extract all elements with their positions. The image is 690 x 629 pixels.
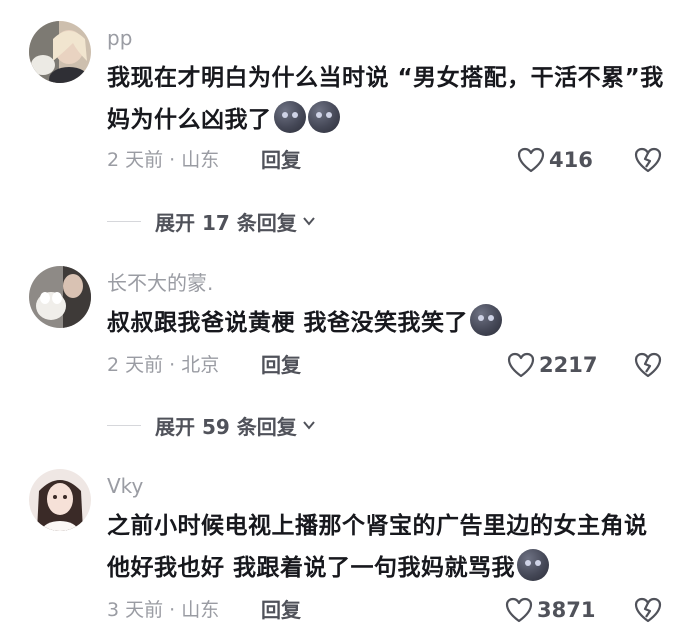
- like-count: 416: [549, 148, 593, 172]
- comment-text: 我现在才明白为什么当时说 “男女搭配，干活不累”我妈为什么凶我了: [107, 57, 667, 141]
- chevron-down-icon: [302, 421, 315, 430]
- divider: [107, 220, 141, 222]
- like-button[interactable]: 2217: [507, 351, 597, 379]
- username[interactable]: Vky: [107, 474, 143, 498]
- broken-heart-icon: [634, 597, 662, 623]
- dark-face-emoji: [470, 304, 503, 336]
- dark-face-emoji: [307, 101, 340, 133]
- time-location: 2 天前 · 山东: [107, 149, 220, 171]
- reply-button[interactable]: 回复: [261, 353, 301, 377]
- heart-outline-icon: [505, 597, 533, 623]
- time-location: 2 天前 · 北京: [107, 354, 220, 376]
- dislike-button[interactable]: [634, 147, 662, 175]
- broken-heart-icon: [634, 352, 662, 378]
- dark-face-emoji: [273, 101, 306, 133]
- like-count: 2217: [539, 353, 598, 377]
- username[interactable]: 长不大的蒙.: [107, 271, 213, 295]
- broken-heart-icon: [634, 147, 662, 173]
- divider: [107, 424, 141, 426]
- expand-replies-button[interactable]: 展开 59 条回复: [107, 411, 317, 439]
- expand-replies-label: 展开 17 条回复: [155, 210, 297, 235]
- like-count: 3871: [537, 598, 596, 622]
- username[interactable]: pp: [107, 26, 132, 50]
- dislike-button[interactable]: [634, 352, 662, 380]
- comment-text-content: 叔叔跟我爸说黄梗 我爸没笑我笑了: [107, 310, 469, 336]
- expand-replies-button[interactable]: 展开 17 条回复: [107, 207, 317, 235]
- dislike-button[interactable]: [634, 597, 662, 625]
- expand-replies-label: 展开 59 条回复: [155, 414, 297, 439]
- comment-text: 叔叔跟我爸说黄梗 我爸没笑我笑了: [107, 302, 667, 344]
- avatar[interactable]: [29, 469, 91, 531]
- comment-text: 之前小时候电视上播那个肾宝的广告里边的女主角说他好我也好 我跟着说了一句我妈就骂…: [107, 505, 667, 589]
- chevron-down-icon: [302, 217, 315, 226]
- avatar[interactable]: [29, 21, 91, 83]
- dark-face-emoji: [517, 549, 550, 581]
- avatar[interactable]: [29, 266, 91, 328]
- comment-text-content: 之前小时候电视上播那个肾宝的广告里边的女主角说他好我也好 我跟着说了一句我妈就骂…: [107, 513, 648, 581]
- reply-button[interactable]: 回复: [261, 148, 301, 172]
- like-button[interactable]: 416: [517, 146, 593, 174]
- comment-text-content: 我现在才明白为什么当时说 “男女搭配，干活不累”我妈为什么凶我了: [107, 65, 664, 133]
- heart-outline-icon: [517, 147, 545, 173]
- reply-button[interactable]: 回复: [261, 598, 301, 622]
- like-button[interactable]: 3871: [505, 596, 595, 624]
- heart-outline-icon: [507, 352, 535, 378]
- time-location: 3 天前 · 山东: [107, 599, 220, 621]
